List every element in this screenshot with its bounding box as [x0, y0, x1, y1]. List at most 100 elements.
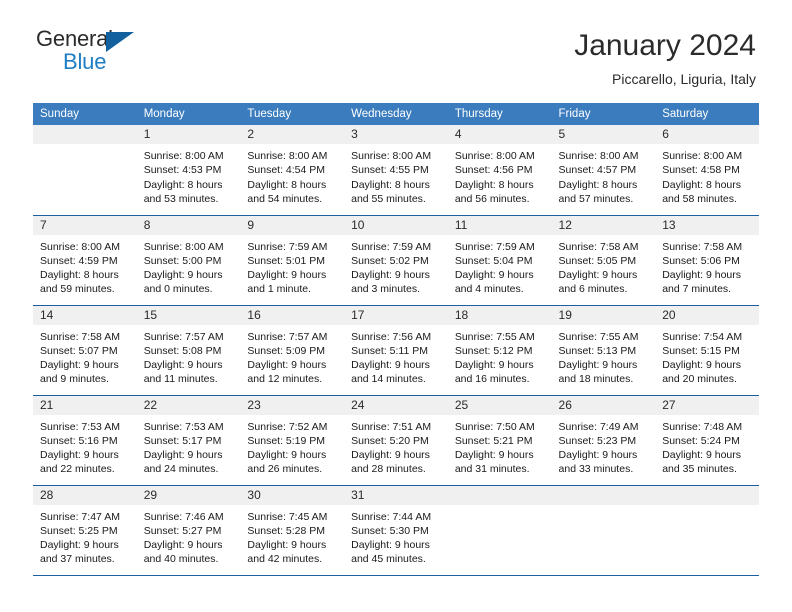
day-detail-line: Sunset: 5:11 PM [351, 344, 428, 357]
day-cell-16[interactable]: 16 Sunrise: 7:57 AM Sunset: 5:09 PM Dayligh… [240, 304, 345, 395]
day-detail-line: Daylight: 9 hours [247, 359, 327, 372]
day-detail-line: Daylight: 9 hours [351, 539, 430, 552]
day-detail-line: Daylight: 9 hours [40, 539, 119, 552]
day-cell-8[interactable]: 8 Sunrise: 8:00 AM Sunset: 5:00 PM Daylight… [136, 214, 241, 305]
day-detail-line: Sunset: 4:59 PM [40, 254, 118, 267]
day-cell-11[interactable]: 11 Sunrise: 7:59 AM Sunset: 5:04 PM Dayligh… [447, 214, 552, 305]
day-detail-line: Daylight: 8 hours [247, 178, 327, 191]
day-detail-line: Sunset: 5:09 PM [247, 344, 326, 357]
day-number: 25 [447, 395, 552, 415]
day-details [33, 144, 137, 149]
day-cell-22[interactable]: 22 Sunrise: 7:53 AM Sunset: 5:17 PM Dayligh… [136, 394, 241, 485]
day-detail-line: and 18 minutes. [558, 373, 634, 386]
triangle-flag-icon [106, 32, 134, 52]
day-number [551, 485, 656, 505]
day-cell-23[interactable]: 23 Sunrise: 7:52 AM Sunset: 5:19 PM Dayligh… [240, 394, 345, 485]
day-detail-line: Sunrise: 7:47 AM [40, 510, 120, 523]
day-cell-12[interactable]: 12 Sunrise: 7:58 AM Sunset: 5:05 PM Dayligh… [551, 214, 656, 305]
day-detail-line: Sunrise: 8:00 AM [454, 150, 535, 162]
day-detail-line: Sunrise: 7:57 AM [247, 330, 328, 343]
day-number: 22 [136, 395, 241, 415]
calendar-week-row: 14 Sunrise: 7:58 AM Sunset: 5:07 PM Dayligh… [33, 304, 759, 395]
day-cell-17[interactable]: 17 Sunrise: 7:56 AM Sunset: 5:11 PM Dayligh… [344, 304, 448, 395]
day-number: 28 [33, 485, 137, 505]
day-detail-line: Sunset: 5:13 PM [558, 344, 637, 357]
title-block: January 2024 Piccarello, Liguria, Italy [574, 26, 756, 89]
day-details: Sunrise: 8:00 AM Sunset: 5:00 PM Daylight:… [137, 235, 241, 297]
day-detail-line: Sunrise: 7:45 AM [247, 510, 328, 523]
day-detail-line: and 16 minutes. [454, 373, 530, 386]
day-number: 18 [447, 305, 552, 325]
calendar-week-row: 21 Sunrise: 7:53 AM Sunset: 5:16 PM Dayligh… [33, 394, 759, 485]
day-cell-4[interactable]: 4 Sunrise: 8:00 AM Sunset: 4:56 PM Daylight… [447, 125, 552, 215]
day-detail-line: Sunrise: 7:58 AM [40, 330, 120, 343]
day-details: Sunrise: 7:44 AM Sunset: 5:30 PM Daylight:… [344, 505, 448, 567]
day-detail-line: and 20 minutes. [662, 373, 737, 386]
day-cell-19[interactable]: 19 Sunrise: 7:55 AM Sunset: 5:13 PM Dayligh… [551, 304, 656, 395]
day-number: 30 [240, 485, 345, 505]
day-number [447, 485, 552, 505]
day-details [655, 505, 759, 510]
day-cell-2[interactable]: 2 Sunrise: 8:00 AM Sunset: 4:54 PM Daylight… [240, 125, 345, 215]
day-detail-line: Daylight: 9 hours [454, 449, 534, 462]
day-cell-7[interactable]: 7 Sunrise: 8:00 AM Sunset: 4:59 PM Daylight… [33, 214, 137, 305]
day-detail-line: Sunrise: 7:59 AM [351, 240, 432, 253]
day-cell-15[interactable]: 15 Sunrise: 7:57 AM Sunset: 5:08 PM Dayligh… [136, 304, 241, 395]
day-detail-line: Sunset: 5:00 PM [143, 254, 222, 267]
day-cell-31[interactable]: 31 Sunrise: 7:44 AM Sunset: 5:30 PM Dayligh… [344, 484, 448, 575]
day-details: Sunrise: 8:00 AM Sunset: 4:58 PM Daylight:… [655, 144, 759, 206]
day-number: 14 [33, 305, 137, 325]
day-cell-26[interactable]: 26 Sunrise: 7:49 AM Sunset: 5:23 PM Dayligh… [551, 394, 656, 485]
day-cell-14[interactable]: 14 Sunrise: 7:58 AM Sunset: 5:07 PM Dayligh… [33, 304, 137, 395]
day-cell-24[interactable]: 24 Sunrise: 7:51 AM Sunset: 5:20 PM Dayligh… [344, 394, 448, 485]
day-number: 5 [551, 125, 656, 144]
day-details: Sunrise: 7:57 AM Sunset: 5:09 PM Daylight:… [240, 325, 344, 387]
day-details: Sunrise: 7:53 AM Sunset: 5:16 PM Daylight:… [33, 415, 137, 477]
day-cell-3[interactable]: 3 Sunrise: 8:00 AM Sunset: 4:55 PM Daylight… [344, 125, 448, 215]
day-detail-line: and 57 minutes. [558, 192, 634, 205]
calendar-week-row: 7 Sunrise: 8:00 AM Sunset: 4:59 PM Daylight… [33, 214, 759, 305]
day-detail-line: Sunset: 4:53 PM [143, 164, 222, 177]
day-detail-line: and 11 minutes. [143, 373, 218, 386]
weekday-header-sunday: Sunday [33, 103, 137, 125]
day-detail-line: Sunrise: 7:54 AM [662, 330, 743, 343]
day-details: Sunrise: 7:53 AM Sunset: 5:17 PM Daylight:… [137, 415, 241, 477]
day-detail-line: Sunset: 5:05 PM [558, 254, 637, 267]
day-cell-5[interactable]: 5 Sunrise: 8:00 AM Sunset: 4:57 PM Daylight… [551, 125, 656, 215]
day-cell-empty [655, 484, 759, 575]
day-detail-line: and 9 minutes. [40, 373, 109, 386]
day-detail-line: Daylight: 9 hours [351, 269, 430, 282]
day-cell-13[interactable]: 13 Sunrise: 7:58 AM Sunset: 5:06 PM Dayligh… [655, 214, 759, 305]
day-detail-line: Sunset: 5:01 PM [247, 254, 326, 267]
day-number: 15 [136, 305, 241, 325]
day-detail-line: Sunrise: 7:49 AM [558, 420, 639, 433]
day-detail-line: Sunset: 5:20 PM [351, 434, 429, 447]
day-detail-line: and 31 minutes. [454, 463, 530, 476]
day-number: 24 [344, 395, 448, 415]
day-cell-27[interactable]: 27 Sunrise: 7:48 AM Sunset: 5:24 PM Dayligh… [655, 394, 759, 485]
day-detail-line: Sunset: 5:16 PM [40, 434, 118, 447]
day-detail-line: Sunset: 5:21 PM [454, 434, 533, 447]
day-cell-18[interactable]: 18 Sunrise: 7:55 AM Sunset: 5:12 PM Dayligh… [447, 304, 552, 395]
day-cell-20[interactable]: 20 Sunrise: 7:54 AM Sunset: 5:15 PM Dayligh… [655, 304, 759, 395]
day-details: Sunrise: 7:56 AM Sunset: 5:11 PM Daylight:… [344, 325, 448, 387]
day-cell-10[interactable]: 10 Sunrise: 7:59 AM Sunset: 5:02 PM Dayligh… [344, 214, 448, 305]
day-detail-line: Sunrise: 7:59 AM [247, 240, 328, 253]
day-detail-line: and 53 minutes. [143, 192, 219, 205]
day-cell-25[interactable]: 25 Sunrise: 7:50 AM Sunset: 5:21 PM Dayligh… [447, 394, 552, 485]
general-blue-logo[interactable]: General Blue [36, 26, 156, 76]
day-details [448, 505, 552, 510]
day-cell-1[interactable]: 1 Sunrise: 8:00 AM Sunset: 4:53 PM Daylight… [136, 125, 241, 215]
day-number: 29 [136, 485, 241, 505]
day-detail-line: Sunrise: 7:55 AM [454, 330, 535, 343]
day-cell-28[interactable]: 28 Sunrise: 7:47 AM Sunset: 5:25 PM Dayligh… [33, 484, 137, 575]
day-detail-line: Sunrise: 7:53 AM [143, 420, 224, 433]
day-detail-line: Sunrise: 7:44 AM [351, 510, 432, 523]
day-detail-line: Daylight: 8 hours [40, 269, 119, 282]
day-cell-29[interactable]: 29 Sunrise: 7:46 AM Sunset: 5:27 PM Dayligh… [136, 484, 241, 575]
day-cell-empty [33, 125, 137, 215]
day-cell-9[interactable]: 9 Sunrise: 7:59 AM Sunset: 5:01 PM Daylight… [240, 214, 345, 305]
day-cell-6[interactable]: 6 Sunrise: 8:00 AM Sunset: 4:58 PM Daylight… [655, 125, 759, 215]
day-cell-21[interactable]: 21 Sunrise: 7:53 AM Sunset: 5:16 PM Dayligh… [33, 394, 137, 485]
day-cell-30[interactable]: 30 Sunrise: 7:45 AM Sunset: 5:28 PM Dayligh… [240, 484, 345, 575]
